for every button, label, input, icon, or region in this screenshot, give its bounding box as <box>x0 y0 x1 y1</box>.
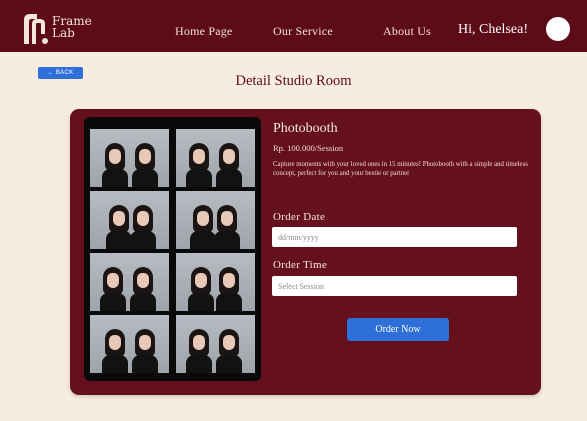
photobooth-strips-image <box>84 117 261 381</box>
order-date-input[interactable]: dd/mm/yyyy <box>272 227 517 247</box>
frame-lab-logo[interactable]: Frame Lab <box>21 11 92 45</box>
order-date-label: Order Date <box>273 211 326 223</box>
photo-frame <box>176 191 255 249</box>
brand-name: Frame Lab <box>52 15 92 39</box>
user-greeting: Hi, Chelsea! <box>458 22 528 37</box>
user-avatar[interactable] <box>546 17 570 41</box>
photo-frame <box>90 191 169 249</box>
order-time-label: Order Time <box>273 259 328 271</box>
service-description: Capture moments with your loved ones in … <box>273 161 528 177</box>
logo-mark-icon <box>24 14 48 44</box>
page-title: Detail Studio Room <box>235 73 352 89</box>
nav-service-link[interactable]: Our Service <box>273 24 333 39</box>
photo-strip-right <box>176 125 255 375</box>
photo-frame <box>90 315 169 373</box>
photo-frame <box>90 129 169 187</box>
service-title: Photobooth <box>273 121 338 136</box>
top-navbar: Frame Lab Home Page Our Service About Us… <box>0 0 587 52</box>
brand-line-2: Lab <box>52 26 75 40</box>
photo-frame <box>176 315 255 373</box>
order-time-select[interactable]: Select Session <box>272 276 517 296</box>
nav-home-link[interactable]: Home Page <box>175 24 232 39</box>
photo-frame <box>176 129 255 187</box>
nav-about-link[interactable]: About Us <box>383 24 431 39</box>
order-now-button[interactable]: Order Now <box>347 318 449 341</box>
photo-frame <box>176 253 255 311</box>
service-price: Rp. 100.000/Session <box>273 143 344 153</box>
photo-frame <box>90 253 169 311</box>
photo-strip-left <box>90 125 169 375</box>
